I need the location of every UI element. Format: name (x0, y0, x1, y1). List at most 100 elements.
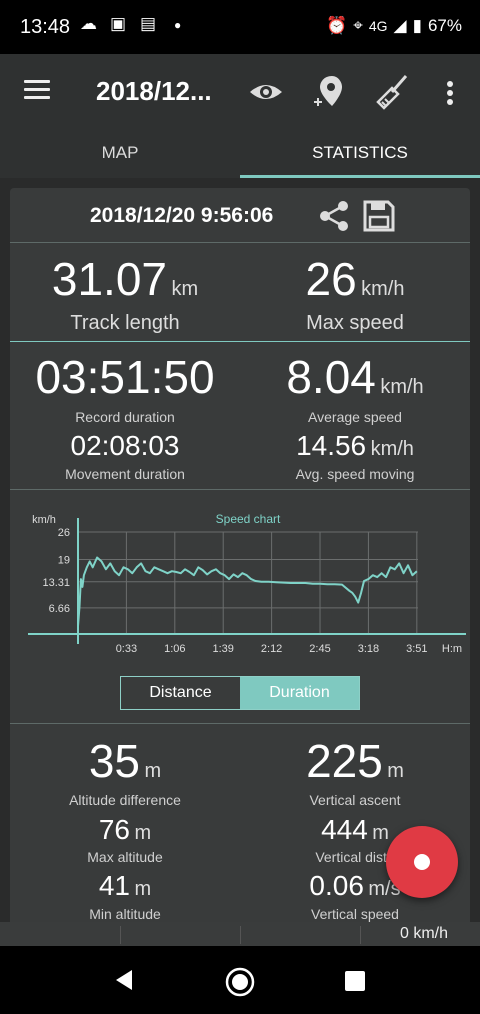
tab-indicator (240, 175, 480, 178)
app-bar: 2018/12... (0, 54, 480, 128)
record-button[interactable] (386, 826, 458, 898)
duration-toggle-button[interactable]: Duration (240, 677, 359, 709)
avg-speed-moving-value: 14.56 (296, 430, 367, 461)
chart-grid (78, 531, 418, 634)
vertical-distance-value: 444 (321, 814, 368, 845)
distance-toggle-button[interactable]: Distance (121, 677, 240, 709)
chart-y-axis-label: km/h (32, 514, 56, 526)
share-icon[interactable] (318, 200, 350, 232)
tab-statistics-label: STATISTICS (312, 143, 408, 162)
max-altitude-label: Max altitude (87, 849, 163, 865)
divider (10, 341, 470, 342)
divider (120, 926, 121, 944)
chart-y-tick-label: 6.66 (49, 603, 70, 615)
recents-icon[interactable] (344, 970, 366, 992)
signal-icon: ◢ (393, 16, 407, 35)
altitude-difference-stat: 35 m (10, 738, 240, 784)
back-icon[interactable] (112, 968, 136, 992)
divider (240, 926, 241, 944)
track-length-label: Track length (70, 312, 180, 334)
track-date: 2018/12/20 9:56:06 (90, 204, 274, 227)
divider (10, 489, 470, 490)
chart-y-tick-label: 13.31 (42, 577, 70, 589)
tab-map[interactable]: MAP (0, 128, 240, 178)
movement-duration-value: 02:08:03 (70, 430, 180, 461)
max-speed-label: Max speed (306, 312, 404, 334)
add-location-icon[interactable] (310, 72, 350, 112)
tab-statistics[interactable]: STATISTICS (240, 128, 480, 178)
current-speed-value: 0 km/h (399, 925, 448, 942)
eye-icon[interactable] (246, 72, 286, 112)
save-icon[interactable] (362, 199, 396, 233)
menu-icon[interactable] (24, 80, 50, 100)
min-altitude-unit: m (134, 878, 152, 900)
average-speed-label: Average speed (308, 409, 402, 425)
vertical-distance-unit: m (372, 822, 389, 844)
home-icon[interactable] (224, 966, 256, 998)
more-notifications-icon: ● (174, 18, 182, 32)
movement-duration-label: Movement duration (65, 466, 185, 482)
max-altitude-stat: 76 m (10, 814, 240, 846)
broom-icon[interactable] (372, 72, 412, 112)
status-bar: 13:48 ☁ ▣ ▤ ● ⏰ ⌖ 4G ◢ ▮ 67% (0, 0, 480, 54)
min-altitude-label: Min altitude (89, 906, 161, 922)
chart-y-tick-label: 19 (58, 554, 70, 566)
record-duration-stat: 03:51:50 (10, 354, 240, 400)
vertical-ascent-unit: m (387, 760, 404, 782)
vertical-speed-value: 0.06 (309, 870, 364, 901)
chart-x-tick-label: 3:51 (406, 643, 427, 655)
average-speed-stat: 8.04 km/h (240, 354, 470, 400)
status-right: ⏰ ⌖ 4G ◢ ▮ 67% (326, 16, 462, 36)
altitude-difference-value: 35 (88, 735, 141, 787)
chart-mode-toggle: Distance Duration (120, 676, 360, 710)
avg-speed-moving-label: Avg. speed moving (295, 466, 415, 482)
average-speed-unit: km/h (380, 376, 424, 398)
altitude-difference-label: Altitude difference (69, 792, 181, 808)
network-label: 4G (368, 18, 388, 34)
divider (10, 723, 470, 724)
chart-series-line (77, 556, 418, 627)
tab-bar: MAP STATISTICS (0, 128, 480, 178)
average-speed-value: 8.04 (286, 351, 376, 403)
chart-x-tick-label: 0:33 (116, 643, 137, 655)
status-time: 13:48 (20, 16, 71, 38)
bottom-info-strip: 0 km/h (0, 922, 480, 946)
alarm-icon: ⏰ (326, 16, 348, 35)
chart-y-tick-label: 26 (58, 527, 70, 539)
avg-speed-moving-stat: 14.56 km/h (240, 430, 470, 462)
divider (10, 242, 470, 243)
vertical-ascent-label: Vertical ascent (309, 792, 401, 808)
overflow-menu-icon[interactable] (440, 72, 460, 112)
divider (360, 926, 361, 944)
altitude-difference-unit: m (144, 760, 162, 782)
battery-icon: ▮ (412, 16, 422, 35)
chart-x-tick-label: 1:06 (164, 643, 185, 655)
chart-x-tick-label: 2:12 (261, 643, 282, 655)
track-header: 2018/12/20 9:56:06 (10, 188, 470, 243)
movement-duration-stat: 02:08:03 (10, 430, 240, 462)
weather-icon: ☁ (80, 14, 97, 33)
track-length-stat: 31.07 km (10, 256, 240, 302)
chart-x-axis-label: H:m (442, 643, 462, 655)
track-length-value: 31.07 (51, 253, 167, 305)
record-icon (414, 854, 430, 870)
system-nav-bar (0, 946, 480, 1014)
max-speed-unit: km/h (361, 278, 405, 300)
news-icon: ▤ (140, 14, 157, 33)
briefcase-icon: ▣ (110, 14, 127, 33)
speed-chart: Speed chart km/h H:m 26 19 13.31 6.66 0:33 1:… (28, 512, 466, 655)
min-altitude-stat: 41 m (10, 870, 240, 902)
avg-speed-moving-unit: km/h (370, 438, 414, 460)
chart-x-tick-label: 2:45 (309, 643, 330, 655)
min-altitude-value: 41 (98, 870, 131, 901)
location-icon: ⌖ (353, 16, 363, 35)
battery-level: 67% (427, 16, 462, 35)
max-speed-stat: 26 km/h (240, 256, 470, 302)
vertical-ascent-stat: 225 m (240, 738, 470, 784)
track-length-unit: km (171, 278, 199, 300)
max-speed-value: 26 (305, 253, 357, 305)
chart-x-tick-label: 3:18 (358, 643, 379, 655)
max-altitude-unit: m (134, 822, 152, 844)
app-title: 2018/12... (96, 76, 212, 106)
chart-x-tick-label: 1:39 (213, 643, 234, 655)
